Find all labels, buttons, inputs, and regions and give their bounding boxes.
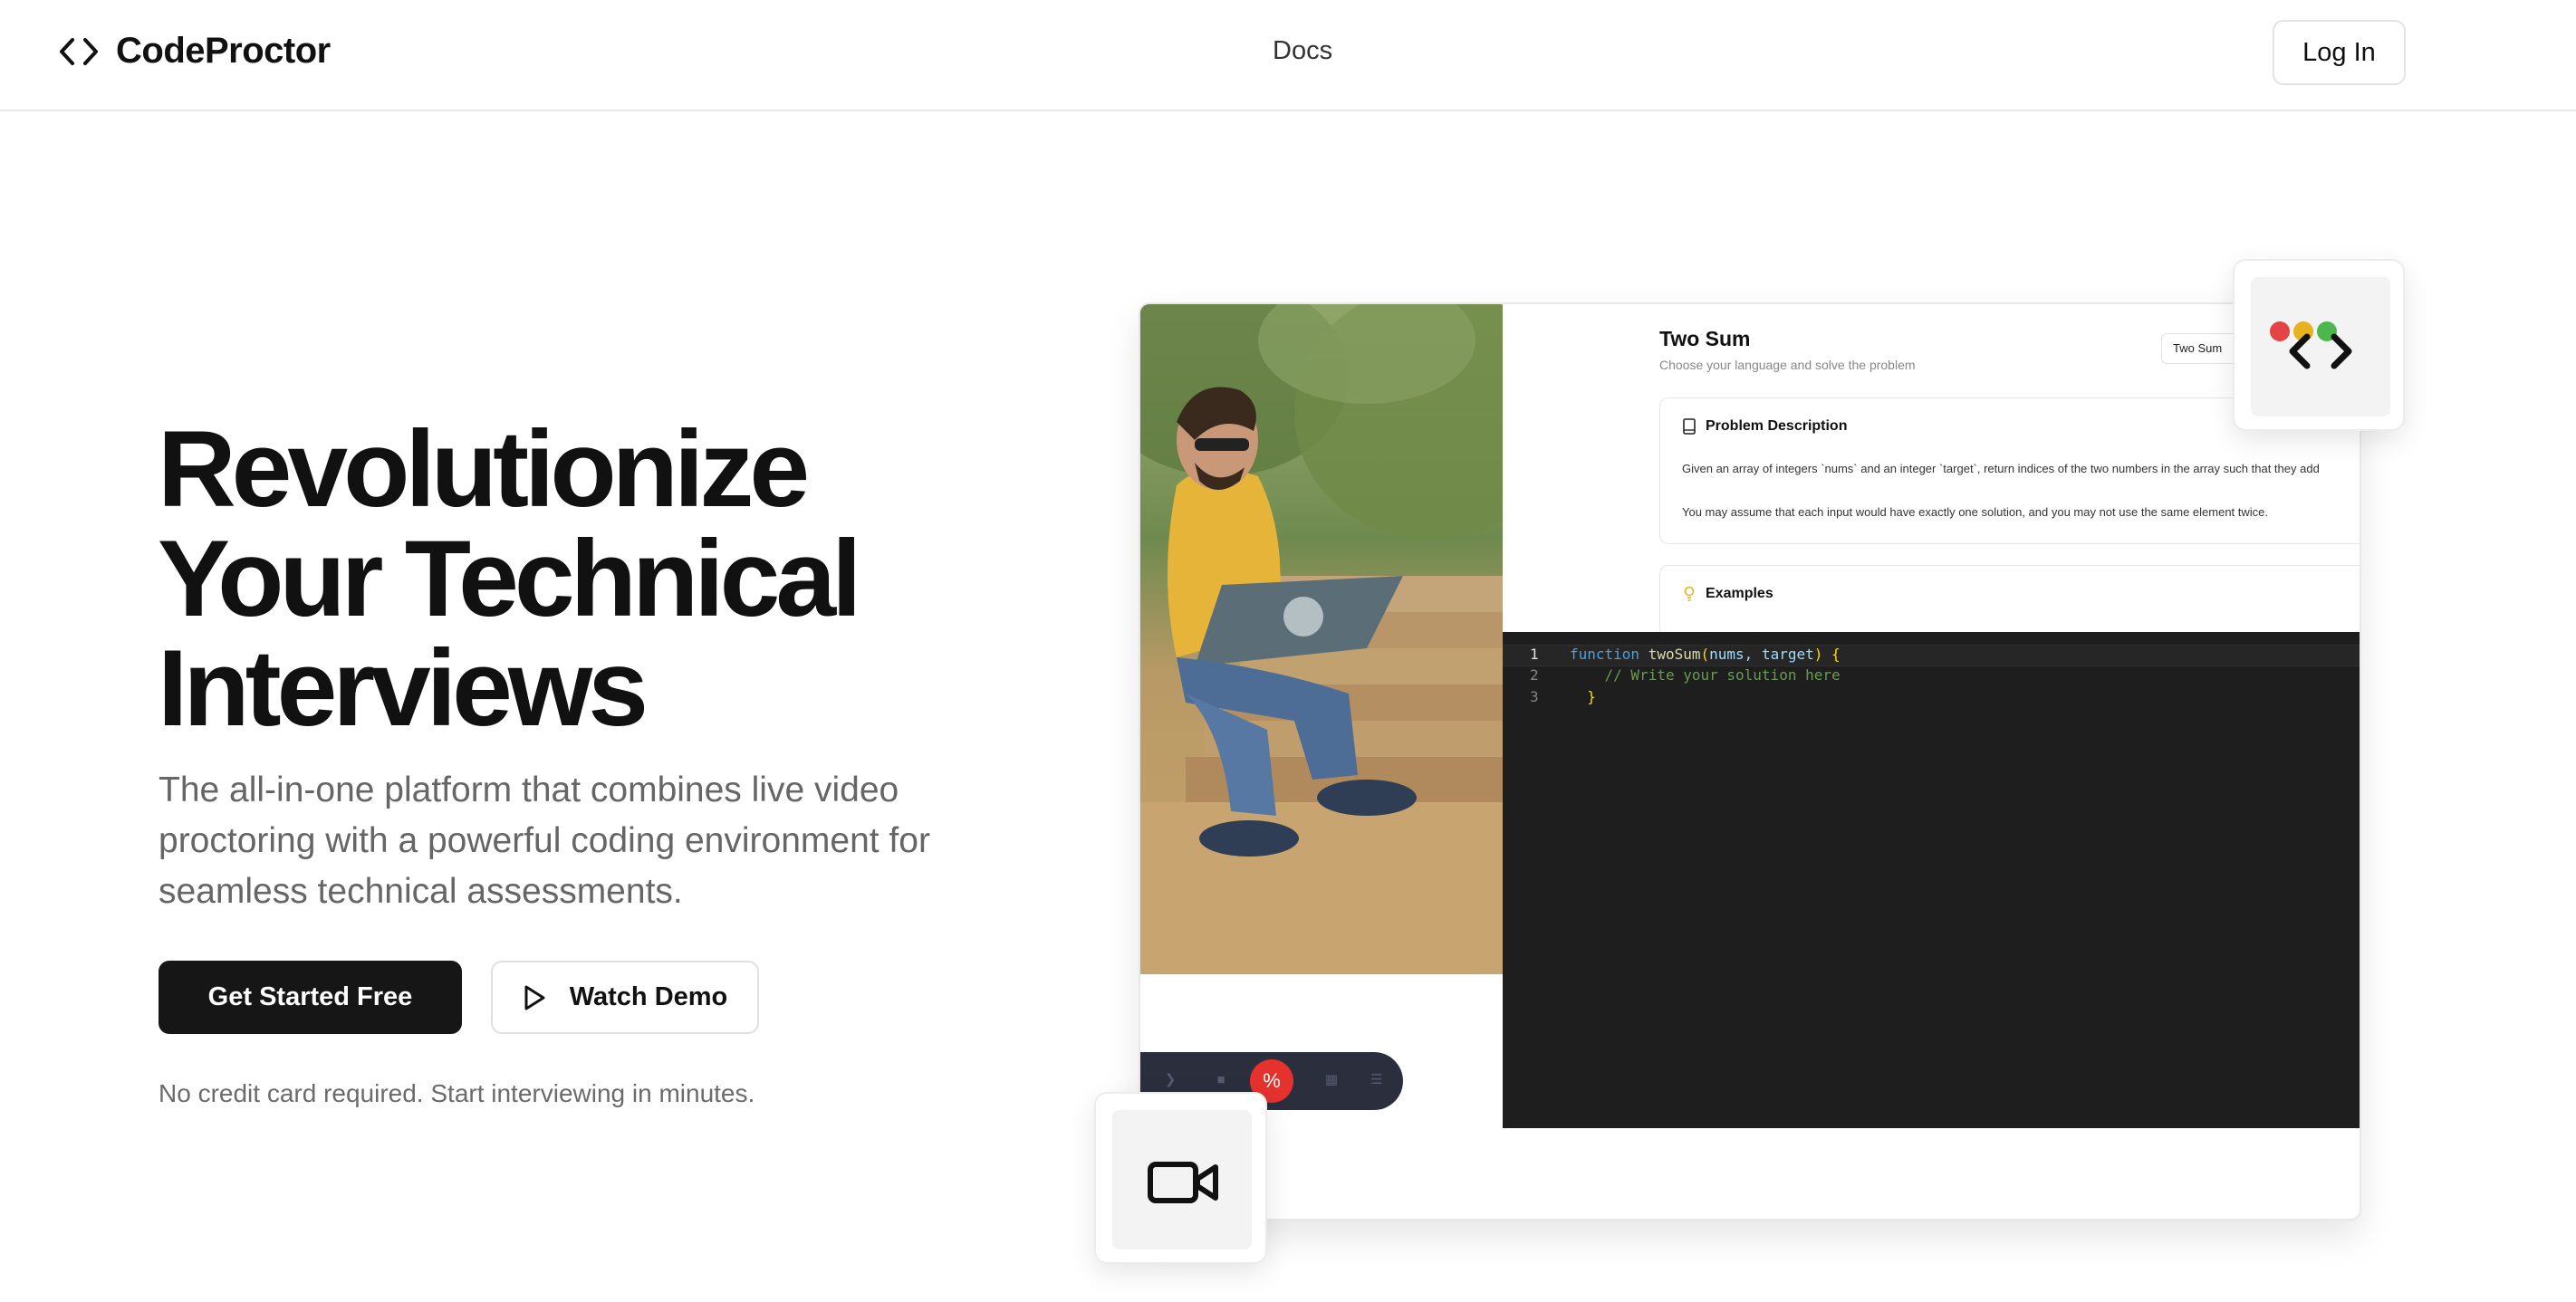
code-window-graphic [2270, 321, 2352, 369]
book-icon [1683, 418, 1696, 435]
examples-heading: Examples [1682, 586, 1773, 602]
nav-docs-link[interactable]: Docs [1273, 36, 1332, 66]
brand-name: CodeProctor [116, 31, 331, 71]
candidate-video-feed [1140, 304, 1503, 974]
problem-title: Two Sum [1659, 327, 1751, 350]
code-text: function twoSum(nums, target) { [1570, 646, 1841, 663]
code-text: } [1587, 688, 1596, 705]
share-icon[interactable]: ❯ [1160, 1070, 1180, 1090]
problem-description-heading: Problem Description [1682, 418, 1847, 435]
participants-icon[interactable]: ☰ [1367, 1070, 1387, 1090]
line-number: 3 [1530, 688, 1539, 705]
floating-code-card [2233, 259, 2405, 431]
grid-icon[interactable]: ▦ [1322, 1070, 1341, 1090]
watch-demo-label: Watch Demo [569, 982, 728, 1011]
code-brackets-icon [60, 37, 98, 65]
watch-demo-button[interactable]: Watch Demo [491, 961, 759, 1034]
app-preview: Two Sum Choose your language and solve t… [1139, 302, 2361, 1221]
brand-logo[interactable]: CodeProctor [58, 31, 331, 72]
examples-label: Examples [1706, 586, 1773, 601]
code-line: 3 } [1503, 688, 2360, 710]
problem-subtitle: Choose your language and solve the probl… [1659, 358, 1916, 372]
hero-subtitle: The all-in-one platform that combines li… [159, 771, 930, 911]
examples-card[interactable]: Examples [1659, 565, 2360, 637]
code-editor[interactable]: 1 function twoSum(nums, target) { 2 // W… [1503, 632, 2360, 1128]
floating-video-card [1094, 1092, 1267, 1264]
editor-window-icon [2251, 277, 2390, 416]
hero-title: Revolutionize Your Technical Interviews [158, 415, 1063, 743]
line-number: 2 [1530, 666, 1539, 684]
video-camera-graphic [1148, 1162, 1218, 1203]
hero-title-line: Interviews [158, 627, 649, 749]
code-line: 1 function twoSum(nums, target) { [1503, 645, 2360, 666]
problem-description-text: Given an array of integers `nums` and an… [1682, 462, 2320, 475]
camera-icon[interactable]: ■ [1211, 1070, 1231, 1090]
hero-title-line: Revolutionize [158, 408, 810, 530]
site-header: CodeProctor Docs Log In [0, 0, 2576, 111]
code-text: // Write your solution here [1604, 666, 1841, 684]
candidate-illustration [1140, 304, 1503, 974]
no-credit-card-note: No credit card required. Start interview… [159, 1079, 755, 1107]
play-icon [524, 985, 545, 1010]
problem-constraint-text: You may assume that each input would hav… [1682, 505, 2269, 519]
code-line: 2 // Write your solution here [1503, 666, 2360, 688]
get-started-button[interactable]: Get Started Free [159, 961, 462, 1034]
problem-description-label: Problem Description [1706, 418, 1848, 434]
hero-title-line: Your Technical [158, 518, 861, 639]
video-camera-icon [1112, 1110, 1252, 1249]
lightbulb-icon [1684, 586, 1695, 601]
line-number: 1 [1530, 646, 1539, 663]
language-select[interactable]: Two Sum [2161, 333, 2243, 364]
login-button[interactable]: Log In [2273, 20, 2406, 85]
